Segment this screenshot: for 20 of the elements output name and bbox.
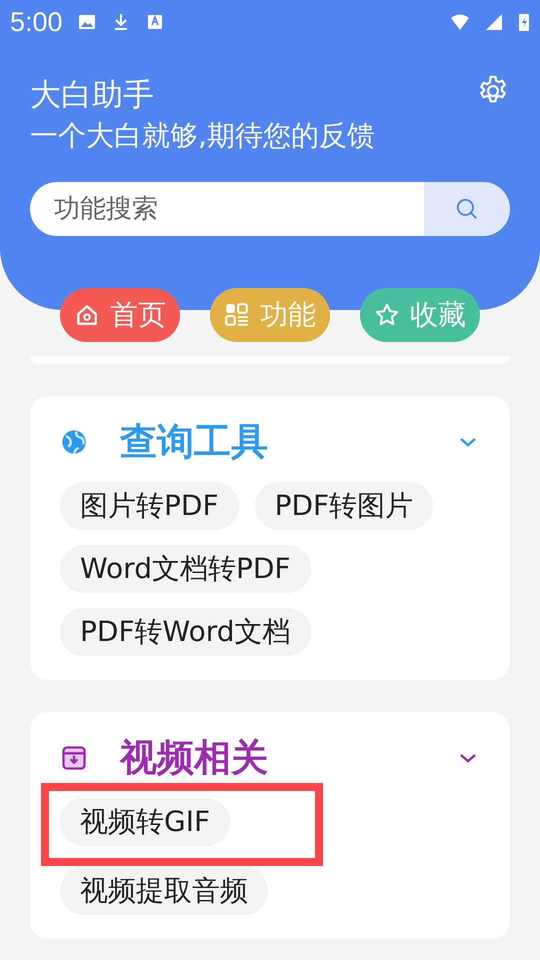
status-time: 5:00 — [10, 6, 63, 38]
tool-chip[interactable]: 图片转PDF — [60, 482, 239, 530]
tool-chip[interactable]: PDF转Word文档 — [60, 608, 311, 656]
signal-icon — [484, 12, 504, 32]
battery-icon — [518, 12, 530, 32]
grid-icon — [224, 302, 250, 328]
tool-chip[interactable]: 视频提取音频 — [60, 867, 268, 915]
wifi-icon — [450, 12, 470, 32]
home-icon — [74, 302, 100, 328]
tool-chip[interactable]: 视频转GIF — [60, 798, 230, 846]
app-subtitle: 一个大白就够,期待您的反馈 — [30, 118, 376, 154]
app-title: 大白助手 — [30, 76, 155, 115]
tool-chip[interactable]: Word文档转PDF — [60, 545, 311, 593]
search-field[interactable]: 功能搜索 — [30, 182, 424, 236]
tool-chip[interactable]: PDF转图片 — [254, 482, 434, 530]
image-icon — [76, 12, 97, 32]
search-button[interactable] — [424, 182, 510, 236]
star-icon — [374, 302, 400, 328]
section-title: 查询工具 — [120, 419, 268, 465]
section-title: 视频相关 — [120, 735, 268, 781]
